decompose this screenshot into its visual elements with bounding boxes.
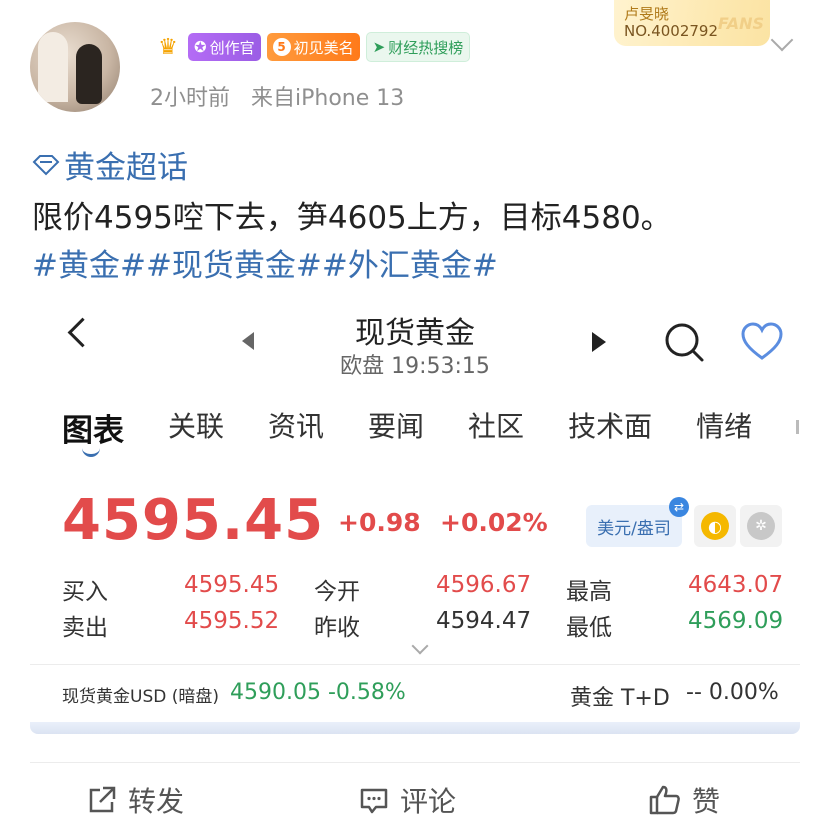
meet-level: 5 <box>272 38 291 56</box>
dark-pool-value: 4590.05 -0.58% <box>230 680 406 705</box>
thumbs-up-icon <box>649 785 680 815</box>
buy-label: 买入 <box>62 579 108 605</box>
fans-card[interactable]: 卢旻晓 NO.4002792 FANS <box>614 0 770 46</box>
fans-card-number: NO.4002792 <box>624 22 718 40</box>
sell-value: 4595.52 <box>184 608 280 634</box>
post-source[interactable]: 来自iPhone 13 <box>251 86 404 111</box>
topic-label: 黄金超话 <box>64 150 188 186</box>
crown-icon[interactable]: ♛ <box>154 33 182 61</box>
currency-button[interactable]: 美元/盎司 <box>586 505 682 547</box>
buy-value: 4595.45 <box>184 572 280 598</box>
gold-coin-icon: ◐ <box>701 512 729 540</box>
tab-sentiment[interactable]: 情绪 <box>696 405 752 450</box>
tab-scroll-indicator <box>796 420 799 434</box>
low-value: 4569.09 <box>688 608 784 634</box>
td-label: 黄金 T+D <box>570 686 670 711</box>
chevron-down-icon[interactable] <box>770 28 794 52</box>
divider <box>30 762 800 763</box>
high-value: 4643.07 <box>688 572 784 598</box>
fans-card-name: 卢旻晓 <box>624 5 670 23</box>
current-price: 4595.45 <box>62 488 325 553</box>
forward-label: 转发 <box>128 785 185 818</box>
prev-arrow-icon[interactable] <box>242 332 254 350</box>
dark-pool-change: -0.58% <box>327 680 406 705</box>
tab-info[interactable]: 资讯 <box>268 405 324 450</box>
user-badges: ♛ ✪ 创作官 5 初见美名 ➤ 财经热搜榜 <box>154 32 471 62</box>
meet-badge[interactable]: 5 初见美名 <box>266 33 360 61</box>
post-meta: 2小时前 来自iPhone 13 <box>150 80 418 112</box>
creator-badge[interactable]: ✪ 创作官 <box>188 33 261 61</box>
price-change-pct: +0.02% <box>440 508 548 537</box>
avatar[interactable] <box>30 22 120 112</box>
divider <box>30 664 800 665</box>
tab-news[interactable]: 要闻 <box>368 405 424 450</box>
dark-pool-price: 4590.05 <box>230 680 321 705</box>
card-bottom-edge <box>30 722 800 734</box>
post-hashtags[interactable]: #黄金##现货黄金##外汇黄金# <box>32 240 498 285</box>
diamond-icon <box>32 154 60 175</box>
meet-badge-label: 初见美名 <box>293 38 354 57</box>
fans-card-tag: FANS <box>717 14 764 33</box>
swap-icon[interactable]: ⇄ <box>669 497 689 517</box>
creator-badge-label: 创作官 <box>209 38 255 57</box>
tab-chart[interactable]: 图表 <box>62 405 124 450</box>
forward-icon <box>89 786 116 813</box>
tab-related[interactable]: 关联 <box>168 405 224 450</box>
low-label: 最低 <box>566 615 612 641</box>
post-text: 限价4595啌下去，笋4605上方，目标4580。 <box>32 200 672 236</box>
prev-close-value: 4594.47 <box>436 608 532 634</box>
next-arrow-icon[interactable] <box>592 332 606 352</box>
comment-label: 评论 <box>400 785 457 818</box>
open-label: 今开 <box>314 579 360 605</box>
high-label: 最高 <box>566 579 612 605</box>
search-icon[interactable] <box>664 322 706 364</box>
td-value: -- 0.00% <box>686 680 779 705</box>
quote-tabs: 图表 关联 资讯 要闻 社区 技术面 情绪 <box>62 405 796 450</box>
open-value: 4596.67 <box>436 572 532 598</box>
quote-stats: 买入 4595.45 今开 4596.67 最高 4643.07 卖出 4595… <box>62 572 784 644</box>
heart-icon[interactable] <box>740 322 784 362</box>
settings-button[interactable]: ✲ <box>740 505 782 547</box>
tab-community[interactable]: 社区 <box>468 405 524 450</box>
post-time: 2小时前 <box>150 86 230 111</box>
tab-technical[interactable]: 技术面 <box>568 405 652 450</box>
comment-icon <box>360 788 388 814</box>
sell-label: 卖出 <box>62 615 108 641</box>
like-label: 赞 <box>692 785 721 818</box>
comment-button[interactable]: 评论 <box>358 780 456 820</box>
hot-search-badge[interactable]: ➤ 财经热搜榜 <box>365 32 471 62</box>
topic-link[interactable]: 黄金超话 <box>32 142 188 187</box>
gear-icon: ✲ <box>747 512 775 540</box>
quote-subtitle: 欧盘 19:53:15 <box>340 354 490 379</box>
forward-button[interactable]: 转发 <box>86 780 184 820</box>
send-icon: ➤ <box>372 38 386 56</box>
like-button[interactable]: 赞 <box>648 780 720 820</box>
creator-icon: ✪ <box>194 38 207 56</box>
back-icon[interactable] <box>67 317 98 348</box>
dark-pool-label: 现货黄金USD (暗盘) <box>62 687 219 707</box>
coin-button[interactable]: ◐ <box>694 505 736 547</box>
prev-close-label: 昨收 <box>314 615 360 641</box>
quote-title: 现货黄金 <box>355 316 475 351</box>
active-tab-indicator <box>82 446 100 457</box>
price-change: +0.98 <box>338 508 421 537</box>
hot-search-label: 财经热搜榜 <box>388 38 464 57</box>
